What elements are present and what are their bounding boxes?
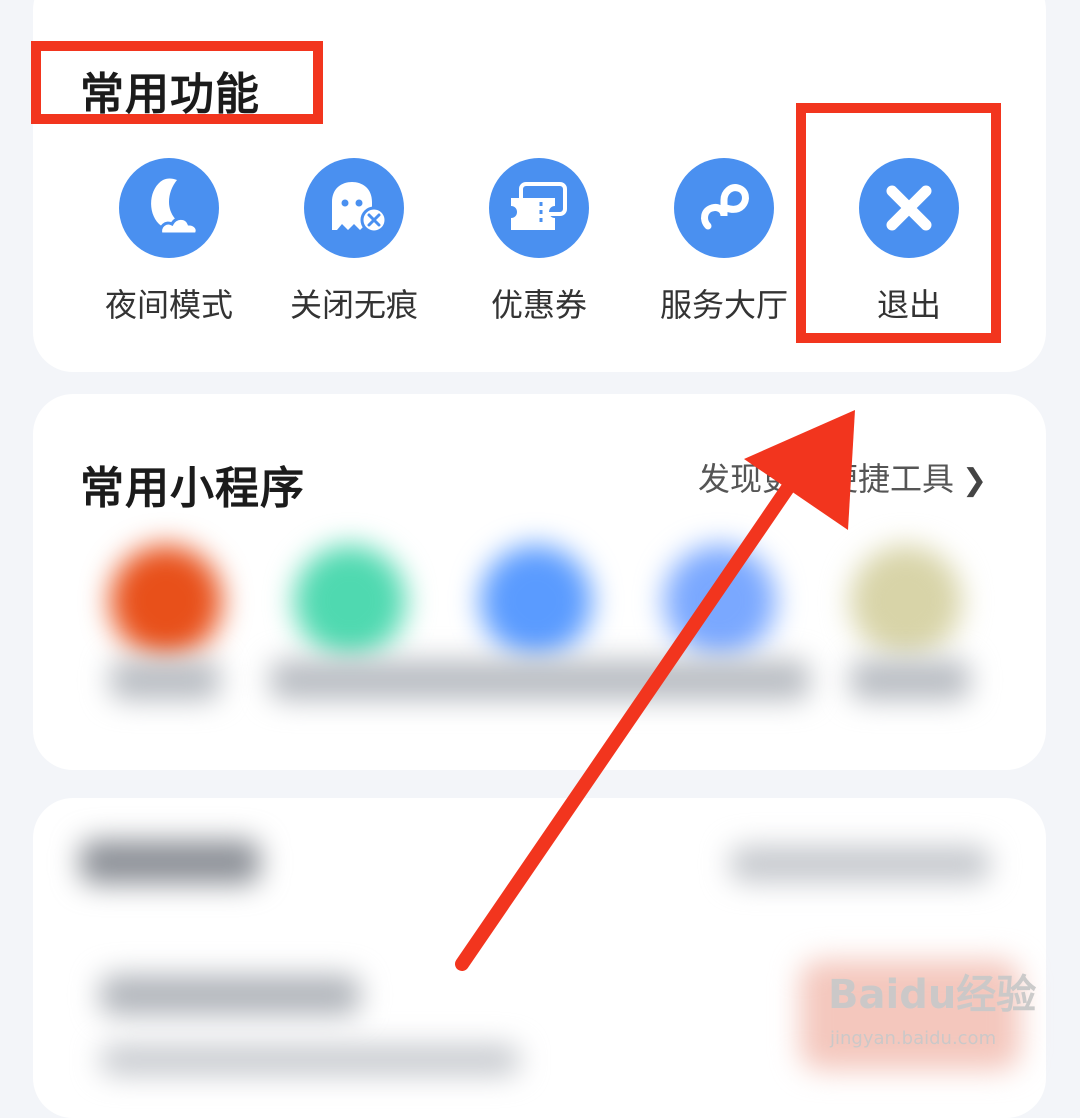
baidu-jingyan-watermark: Baidu经验 jingyan.baidu.com — [828, 962, 1038, 1062]
annotation-arrow — [455, 410, 855, 971]
watermark-brand: Baidu经验 — [828, 972, 1037, 1018]
watermark-url: jingyan.baidu.com — [830, 1028, 997, 1049]
